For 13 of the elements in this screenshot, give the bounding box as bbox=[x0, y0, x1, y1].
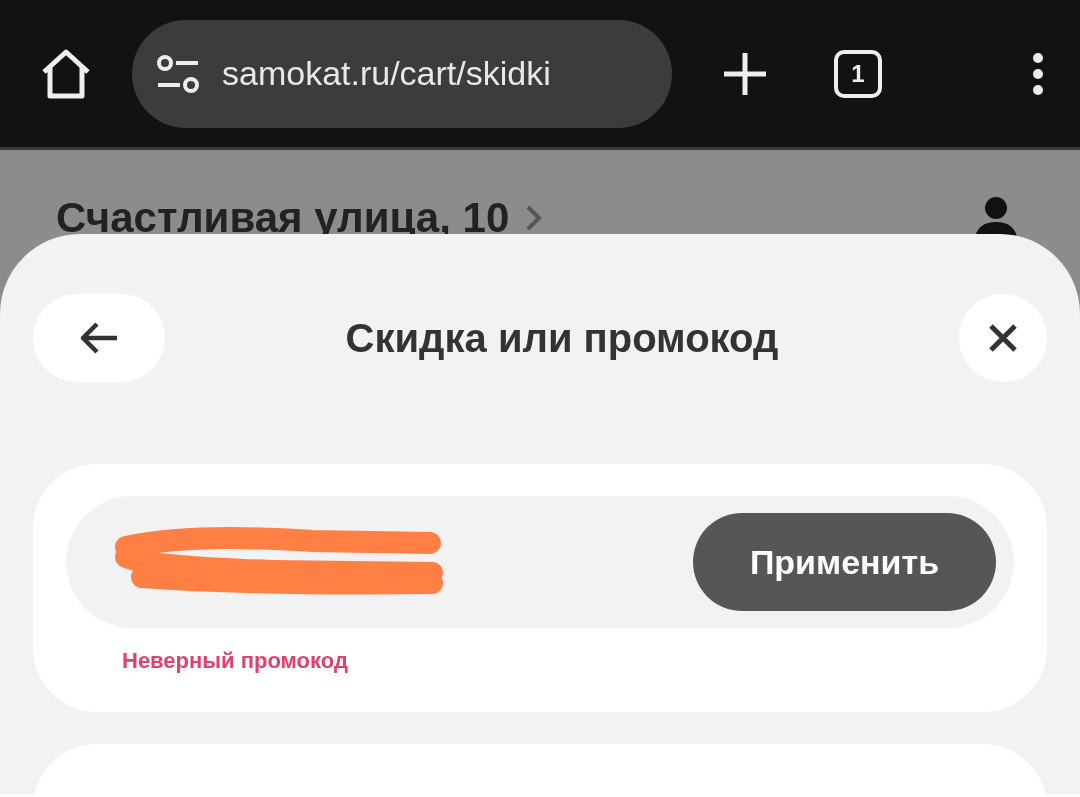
apply-button[interactable]: Применить bbox=[693, 513, 996, 611]
site-settings-icon[interactable] bbox=[156, 53, 200, 94]
new-tab-icon[interactable] bbox=[722, 50, 768, 97]
menu-icon[interactable] bbox=[1032, 51, 1044, 96]
error-message: Неверный промокод bbox=[122, 648, 349, 674]
chevron-icon bbox=[525, 204, 544, 232]
address-bar[interactable]: samokat.ru/cart/skidki bbox=[132, 19, 672, 128]
tab-count-button[interactable]: 1 bbox=[834, 49, 882, 98]
url-text: samokat.ru/cart/skidki bbox=[222, 54, 551, 93]
close-icon bbox=[988, 323, 1018, 353]
promo-code-field[interactable]: Применить bbox=[66, 496, 1014, 628]
back-arrow-icon bbox=[79, 321, 119, 355]
sheet-title: Скидка или промокод bbox=[344, 315, 780, 361]
